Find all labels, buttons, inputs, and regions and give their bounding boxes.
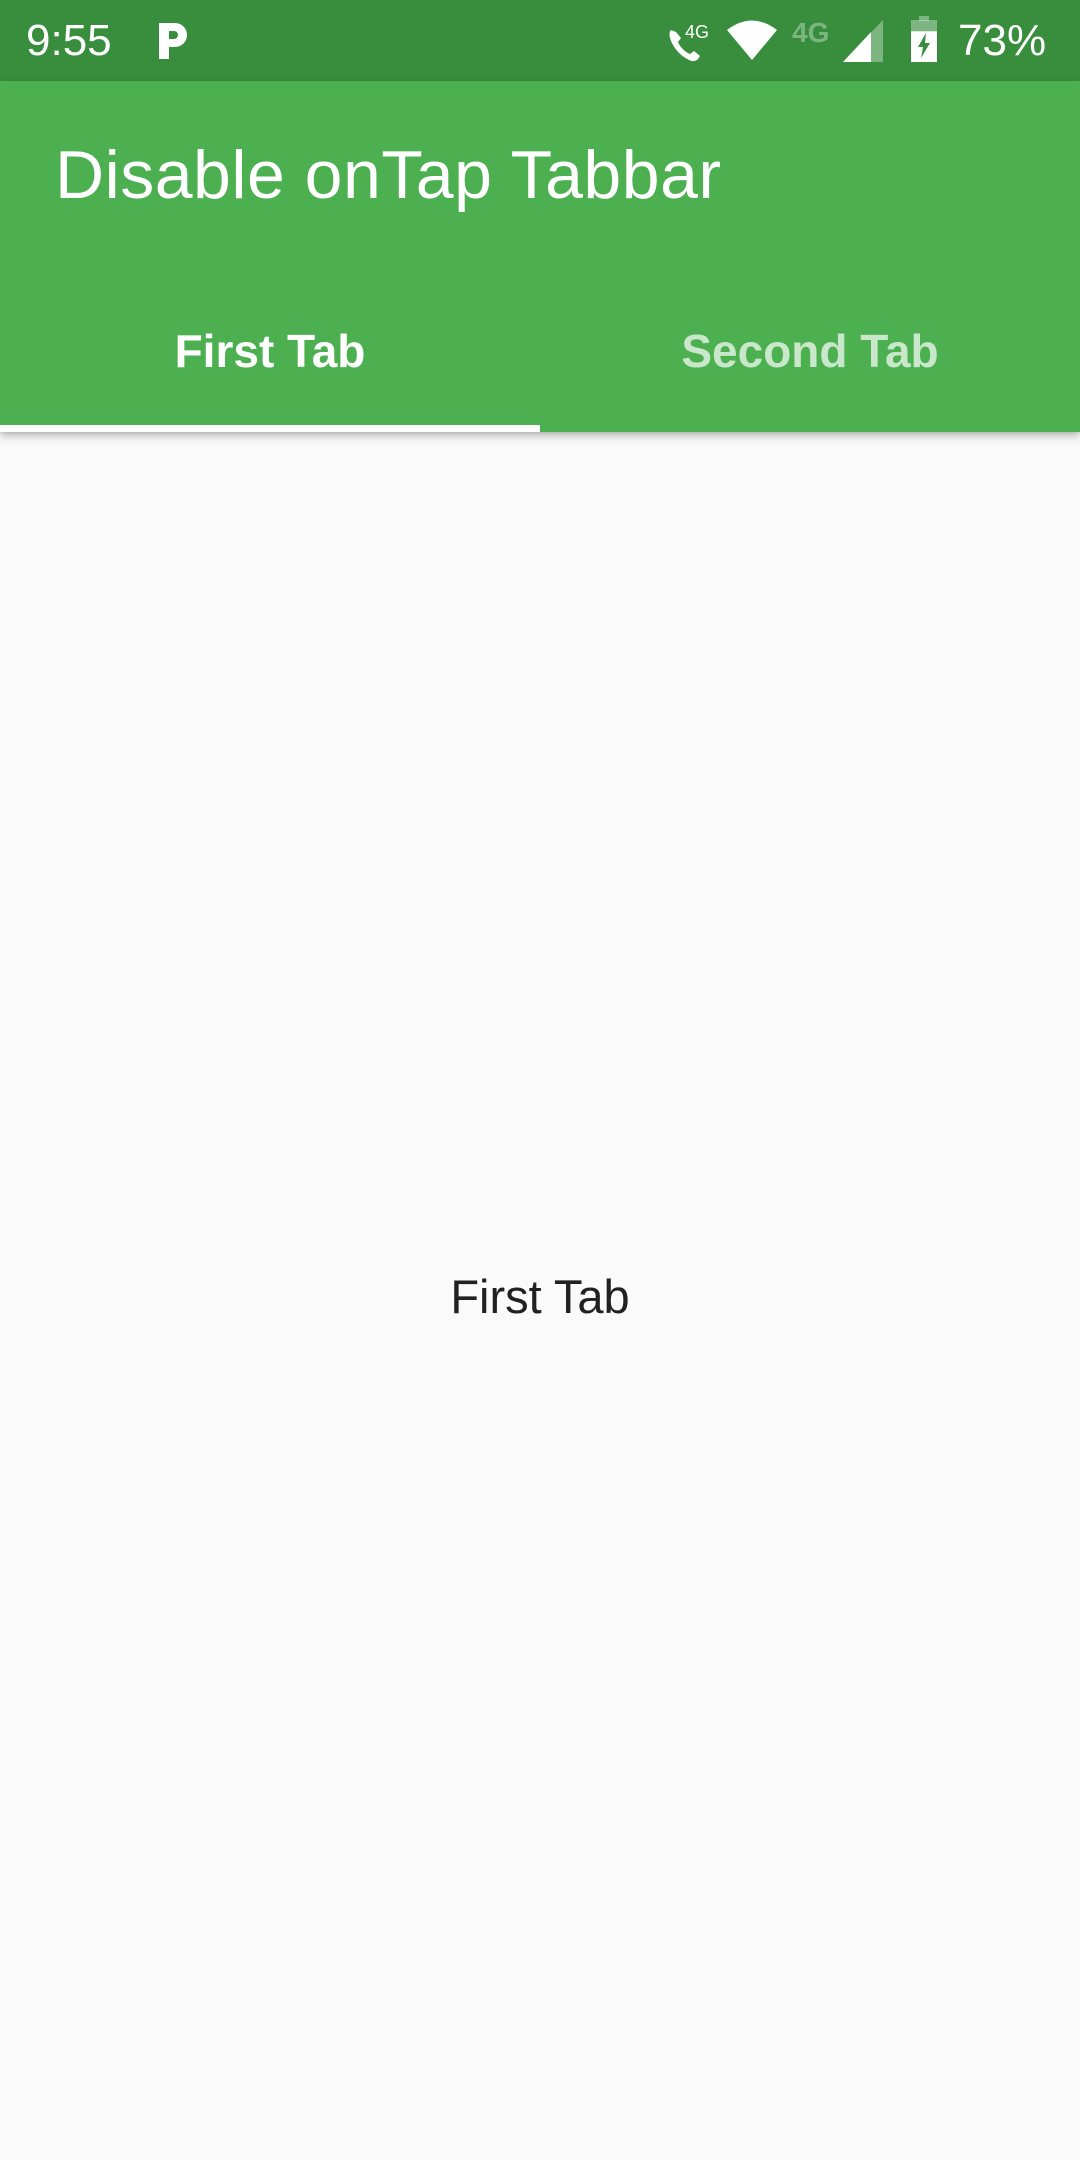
cell-signal-icon [843,20,883,62]
tab-content: First Tab [0,432,1080,2160]
status-time: 9:55 [26,16,112,65]
page-title: Disable onTap Tabbar [55,137,722,213]
tab-content-text: First Tab [450,1269,630,1323]
tab-indicator [0,425,540,432]
battery-charging-icon [911,16,937,62]
volte-call-icon: 4G [669,22,709,62]
toolbar: Disable onTap Tabbar [0,81,1080,270]
tab-bar: First Tab Second Tab [0,270,1080,432]
tab-second-label: Second Tab [681,325,939,377]
app-bar: Disable onTap Tabbar First Tab Second Ta… [0,81,1080,432]
parking-app-icon [159,23,187,59]
network-type-label: 4G [792,18,829,46]
tab-second[interactable]: Second Tab [540,270,1080,432]
mobile-data-4g-icon: 4G [792,18,829,46]
status-bar: 9:55 4G 4G 73% [0,0,1080,81]
volte-label: 4G [685,22,709,42]
tab-first-label: First Tab [174,325,366,377]
battery-percent: 73% [958,16,1047,65]
wifi-icon [727,20,777,60]
tab-first[interactable]: First Tab [0,270,540,432]
